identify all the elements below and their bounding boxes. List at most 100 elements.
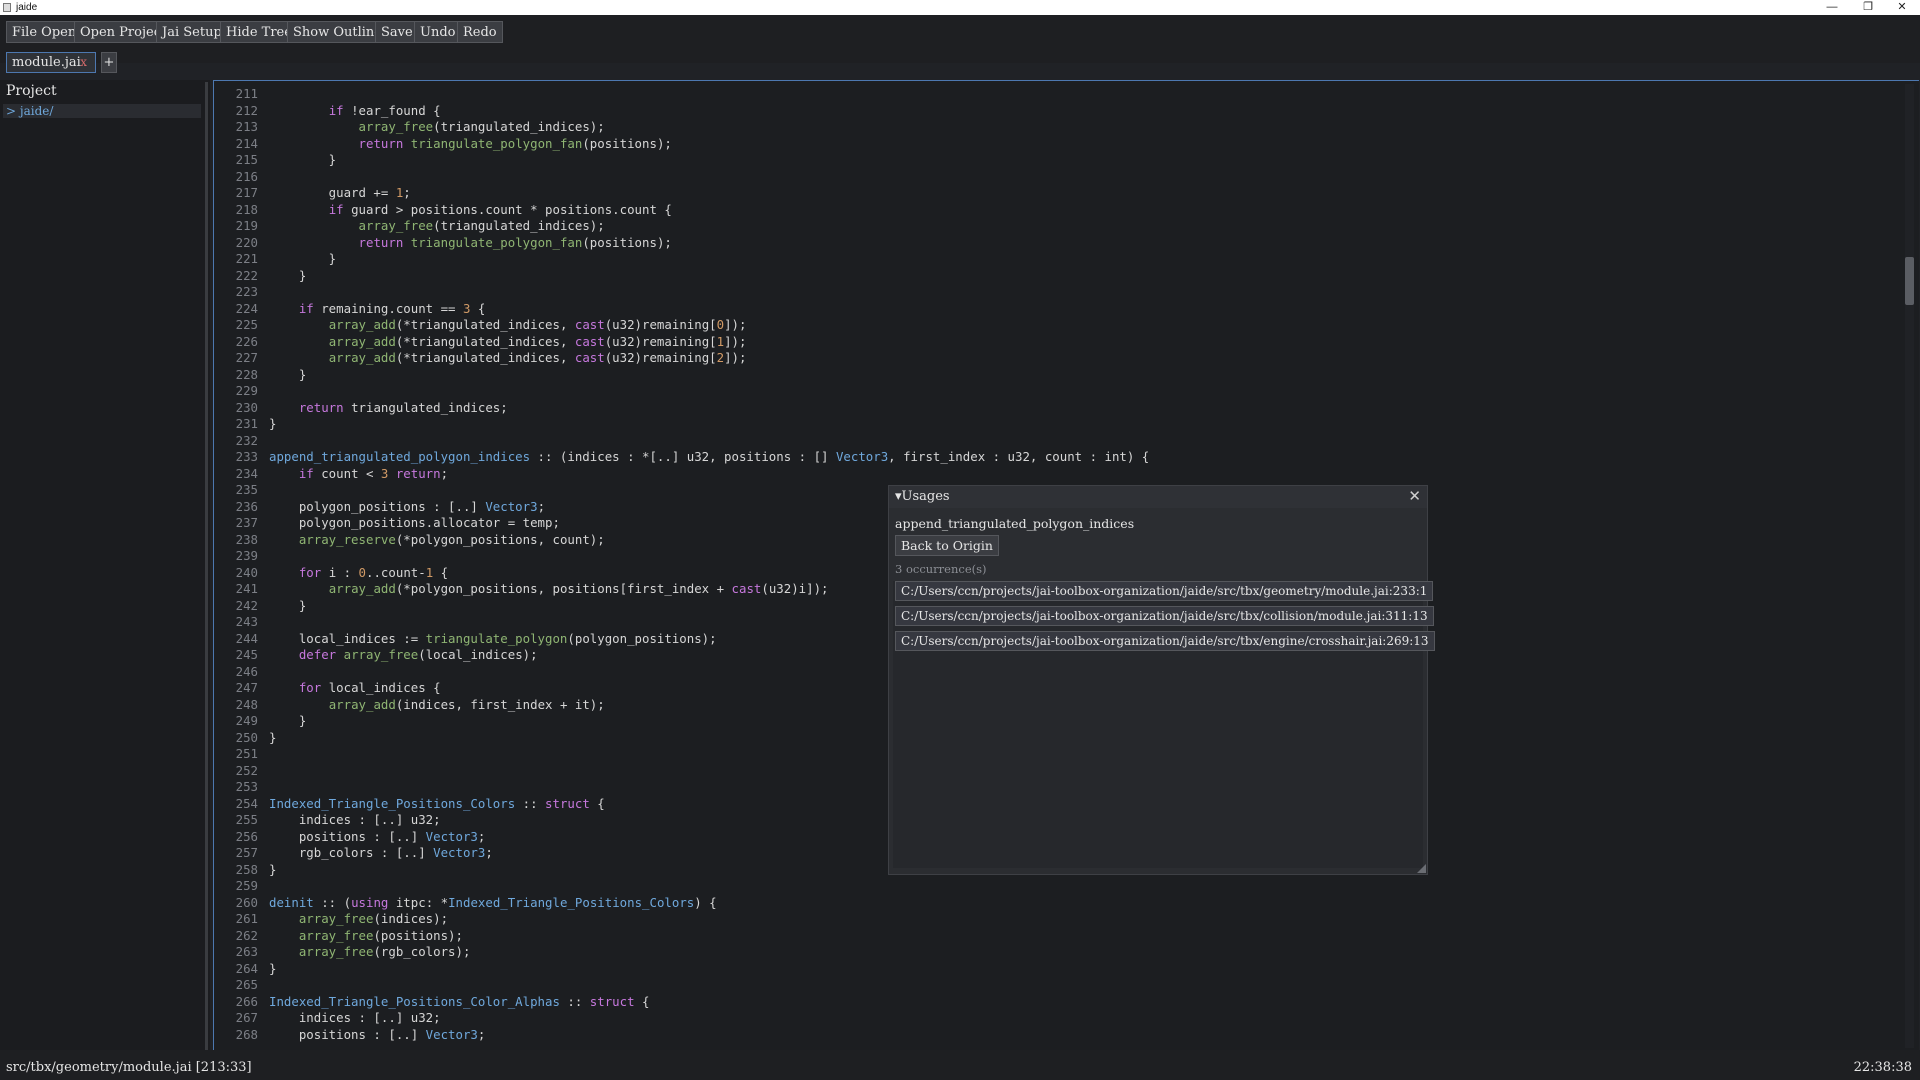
- code-line[interactable]: 226 array_add(*triangulated_indices, cas…: [214, 334, 747, 350]
- new-tab-button[interactable]: +: [101, 52, 117, 73]
- code-line[interactable]: 241 array_add(*polygon_positions, positi…: [214, 581, 829, 597]
- minimize-icon[interactable]: —: [1814, 0, 1850, 15]
- code-line[interactable]: 245 defer array_free(local_indices);: [214, 647, 538, 663]
- code-line[interactable]: 243: [214, 614, 269, 630]
- code-line[interactable]: 237 polygon_positions.allocator = temp;: [214, 515, 560, 531]
- code-line[interactable]: 230 return triangulated_indices;: [214, 400, 508, 416]
- code-line[interactable]: 262 array_free(positions);: [214, 928, 463, 944]
- close-icon[interactable]: ✕: [1408, 487, 1421, 505]
- usages-title-text: Usages: [901, 489, 950, 504]
- line-number: 268: [235, 1026, 258, 1042]
- code-line[interactable]: 233 append_triangulated_polygon_indices :…: [214, 449, 1150, 465]
- undo-button[interactable]: Undo: [414, 21, 462, 43]
- line-number: 250: [235, 729, 258, 745]
- code-line[interactable]: 251: [214, 746, 269, 762]
- code-line[interactable]: 218 if guard > positions.count * positio…: [214, 202, 672, 218]
- code-line[interactable]: 219 array_free(triangulated_indices);: [214, 218, 605, 234]
- code-line[interactable]: 239: [214, 548, 269, 564]
- code-line[interactable]: 247 for local_indices {: [214, 680, 441, 696]
- code-line[interactable]: 258}: [214, 862, 277, 878]
- line-number: 217: [235, 185, 258, 200]
- code-line[interactable]: 260 deinit :: (using itpc: *Indexed_Trian…: [214, 895, 717, 911]
- code-line[interactable]: 217 guard += 1;: [214, 185, 411, 201]
- jai-setup-button[interactable]: Jai Setup: [156, 21, 228, 43]
- code-line[interactable]: 229: [214, 383, 269, 399]
- code-line[interactable]: 259: [214, 878, 269, 894]
- line-number: 232: [235, 432, 258, 448]
- line-number: 244: [235, 630, 258, 646]
- resize-grip[interactable]: [1417, 864, 1426, 873]
- show-outline-button[interactable]: Show Outline: [287, 21, 389, 43]
- code-line[interactable]: 221 }: [214, 251, 337, 267]
- usages-function-name: append_triangulated_polygon_indices: [895, 516, 1135, 531]
- line-number: 234: [235, 465, 258, 481]
- line-number: 231: [235, 416, 258, 431]
- code-line[interactable]: 240 for i : 0..count-1 {: [214, 565, 448, 581]
- code-line[interactable]: 227 array_add(*triangulated_indices, cas…: [214, 350, 747, 366]
- code-line[interactable]: 265: [214, 977, 269, 993]
- line-number: 257: [235, 845, 258, 860]
- code-line[interactable]: 225 array_add(*triangulated_indices, cas…: [214, 317, 747, 333]
- usage-item[interactable]: C:/Users/ccn/projects/jai-toolbox-organi…: [895, 581, 1434, 601]
- code-line[interactable]: 232: [214, 433, 269, 449]
- code-line[interactable]: 252: [214, 763, 269, 779]
- code-line[interactable]: 236 polygon_positions : [..] Vector3;: [214, 499, 545, 515]
- code-line[interactable]: 246: [214, 664, 269, 680]
- code-line[interactable]: 223: [214, 284, 269, 300]
- code-line[interactable]: 212 if !ear_found {: [214, 103, 441, 119]
- line-number: 252: [235, 762, 258, 778]
- editor-scrollbar[interactable]: [1905, 84, 1914, 1048]
- code-line[interactable]: 256 positions : [..] Vector3;: [214, 829, 486, 845]
- code-line[interactable]: 264}: [214, 961, 277, 977]
- code-line[interactable]: 267 indices : [..] u32;: [214, 1010, 441, 1026]
- status-file-path: src/tbx/geometry/module.jai [213:33]: [6, 1060, 252, 1075]
- line-number: 220: [235, 234, 258, 250]
- close-window-icon[interactable]: ✕: [1884, 0, 1920, 15]
- code-line[interactable]: 268 positions : [..] Vector3;: [214, 1026, 486, 1043]
- line-number: 247: [235, 680, 258, 695]
- code-line[interactable]: 238 array_reserve(*polygon_positions, co…: [214, 532, 605, 548]
- code-line[interactable]: 228 }: [214, 367, 307, 383]
- code-line[interactable]: 254 Indexed_Triangle_Positions_Colors :: …: [214, 796, 605, 812]
- usages-header[interactable]: ▾Usages ✕: [889, 486, 1427, 508]
- file-open-button[interactable]: File Open: [6, 21, 83, 43]
- usage-item[interactable]: C:/Users/ccn/projects/jai-toolbox-organi…: [895, 631, 1435, 651]
- code-line[interactable]: 231}: [214, 416, 277, 432]
- usage-item[interactable]: C:/Users/ccn/projects/jai-toolbox-organi…: [895, 606, 1434, 626]
- code-line[interactable]: 234 if count < 3 return;: [214, 466, 448, 482]
- code-line[interactable]: 248 array_add(indices, first_index + it)…: [214, 697, 605, 713]
- back-to-origin-button[interactable]: Back to Origin: [895, 535, 999, 556]
- code-line[interactable]: 250}: [214, 729, 277, 746]
- code-line[interactable]: 255 indices : [..] u32;: [214, 812, 441, 828]
- code-line[interactable]: 266 Indexed_Triangle_Positions_Color_Alph…: [214, 994, 650, 1010]
- app-icon: [3, 3, 11, 12]
- code-line[interactable]: 220 return triangulate_polygon_fan(posit…: [214, 235, 672, 251]
- code-line[interactable]: 244 local_indices := triangulate_polygon…: [214, 631, 717, 647]
- tree-item-jaide[interactable]: > jaide/: [3, 104, 201, 118]
- sidebar-splitter[interactable]: [205, 82, 208, 1050]
- occurrence-count: 3 occurrence(s): [895, 562, 987, 576]
- code-line[interactable]: 215 }: [214, 152, 337, 168]
- code-line[interactable]: 211: [214, 86, 269, 102]
- code-line[interactable]: 263 array_free(rgb_colors);: [214, 944, 471, 960]
- code-line[interactable]: 257 rgb_colors : [..] Vector3;: [214, 845, 493, 861]
- code-line[interactable]: 253: [214, 779, 269, 795]
- code-line[interactable]: 216: [214, 169, 269, 185]
- code-line[interactable]: 214 return triangulate_polygon_fan(posit…: [214, 136, 672, 152]
- line-number: 253: [235, 779, 258, 794]
- maximize-icon[interactable]: ❐: [1850, 0, 1886, 15]
- window-title: jaide: [16, 2, 38, 13]
- code-line[interactable]: 222 }: [214, 268, 307, 284]
- code-line[interactable]: 213 array_free(triangulated_indices);: [214, 119, 605, 135]
- toolbar: File Open Open Project Jai Setup Hide Tr…: [0, 15, 1920, 73]
- tab-close-icon[interactable]: x: [80, 53, 87, 72]
- code-line[interactable]: 261 array_free(indices);: [214, 911, 448, 927]
- code-line[interactable]: 235: [214, 482, 269, 498]
- editor-scrollbar-thumb[interactable]: [1905, 257, 1914, 305]
- code-line[interactable]: 242 }: [214, 598, 307, 614]
- tab-module-jai[interactable]: module.jai x: [6, 52, 96, 73]
- code-line[interactable]: 224 if remaining.count == 3 {: [214, 301, 486, 317]
- save-button[interactable]: Save: [375, 21, 419, 43]
- redo-button[interactable]: Redo: [457, 21, 503, 43]
- code-line[interactable]: 249 }: [214, 713, 307, 729]
